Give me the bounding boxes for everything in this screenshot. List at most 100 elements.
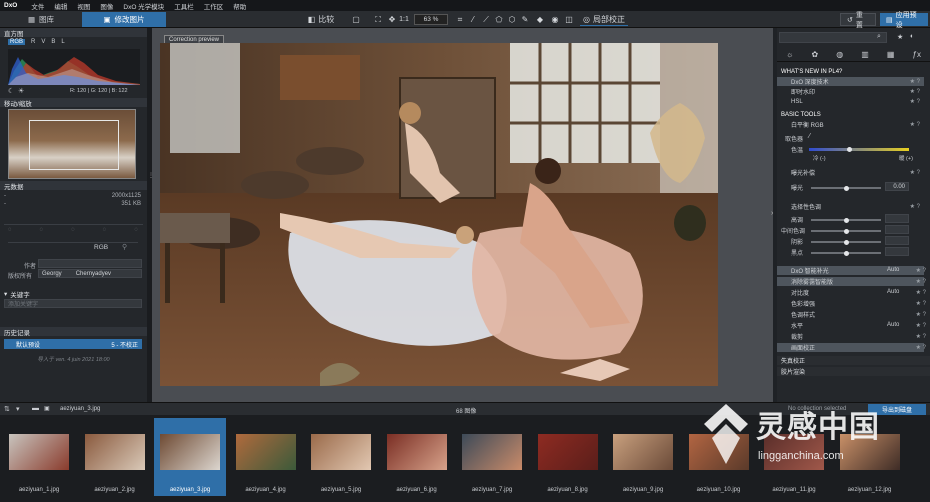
smart-lighting-item[interactable]: DxO 智能补光 [777,266,924,275]
midtones-slider[interactable] [811,228,881,234]
midtones-value[interactable] [885,225,909,234]
image-viewer[interactable]: Correction preview › [152,28,773,402]
horizon-icon[interactable]: ⟋ [480,13,492,26]
filmstrip-thumbnail[interactable]: aeziyuan_4.jpg [230,418,302,496]
crop-icon[interactable]: ⌗ [454,13,466,26]
contrast-item[interactable]: 对比度 [777,288,924,297]
tab-customize[interactable]: ▣ 修改图片 [82,12,166,27]
geometry-icon[interactable]: ▥ [861,50,869,59]
menu-image[interactable]: 图像 [100,1,113,11]
star-icon[interactable]: ★ ? [910,121,920,128]
blacks-slider[interactable] [811,250,881,256]
star-icon[interactable]: ★ ? [910,169,920,176]
lens-header[interactable]: 失真校正 [777,356,930,365]
whats-new-item-1[interactable]: DxO 深度技术 [777,77,924,86]
star-icon[interactable]: ★ ? [916,333,926,340]
moon-icon[interactable]: ☾ [8,87,14,95]
filmstrip-thumbnail[interactable]: aeziyuan_1.jpg [3,418,75,496]
whats-new-item-3[interactable]: HSL [777,97,924,106]
perspective-rect-icon[interactable]: ⬡ [506,13,518,26]
exposure-slider[interactable] [811,185,881,191]
star-icon[interactable]: ★ ? [916,311,926,318]
star-icon[interactable]: ★ ? [916,267,926,274]
eyedropper-icon[interactable]: ⁄ [467,13,479,26]
menu-help[interactable]: 帮助 [233,1,246,11]
haze-item[interactable]: 消除雾霭智能版 [777,277,924,286]
local-icon[interactable]: ▦ [887,50,895,59]
level-item[interactable]: 水平 [777,321,924,330]
light-icon[interactable]: ☼ [786,50,793,59]
star-icon[interactable]: ★ ? [910,203,920,210]
slider-knob[interactable] [844,217,849,223]
filmstrip-thumbnail[interactable]: aeziyuan_7.jpg [456,418,528,496]
star-icon[interactable]: ★ ? [916,300,926,307]
star-icon[interactable]: ★ ? [916,322,926,329]
keywords-input[interactable]: 添加关键字 [4,299,142,308]
zoom-1to1-button[interactable]: 1:1 [398,13,410,26]
slider-knob[interactable] [844,228,849,234]
color-icon[interactable]: ✿ [811,50,818,59]
tool-search-input[interactable] [779,32,887,43]
slider-knob[interactable] [847,147,852,152]
repair-icon[interactable]: ✎ [519,13,531,26]
basic-tools-header[interactable]: BASIC TOOLS [777,110,930,119]
shadows-slider[interactable] [811,239,881,245]
filmstrip-thumbnail[interactable]: aeziyuan_9.jpg [607,418,679,496]
perspective-icon[interactable]: ⬠ [493,13,505,26]
highlights-slider[interactable] [811,217,881,223]
filmstrip-thumbnail[interactable]: aeziyuan_8.jpg [532,418,604,496]
menu-toolbar[interactable]: 工具栏 [174,1,194,11]
channel-r[interactable]: R [31,39,35,45]
color-accent-item[interactable]: 色彩增强 [777,299,924,308]
slider-knob[interactable] [844,250,849,256]
film-render-header[interactable]: 胶片渲染 [777,367,930,376]
slider-knob[interactable] [844,239,849,245]
filmstrip-thumbnail[interactable]: aeziyuan_5.jpg [305,418,377,496]
exposure-value[interactable]: 0.00 [885,182,909,191]
shadows-value[interactable] [885,236,909,245]
fit-icon[interactable]: ⛶ [372,13,384,26]
channel-l[interactable]: L [61,39,64,45]
eye-icon[interactable]: ◉ [549,13,561,26]
star-icon[interactable]: ★ ? [910,98,920,105]
whats-new-item-2[interactable]: 即时水印 [777,87,924,96]
split-icon[interactable]: ◫ [563,13,575,26]
menu-optics[interactable]: DxO 光学模块 [123,1,164,11]
whats-new-header[interactable]: WHAT'S NEW IN PL4? [777,67,930,76]
compare-button[interactable]: ◧ 比较 [300,13,342,26]
tab-library[interactable]: ▦ 图库 [0,12,82,27]
slider-knob[interactable] [844,185,849,191]
filter-icon[interactable]: ▾ [16,405,20,413]
history-header[interactable]: 历史记录 [0,327,147,337]
filmstrip-thumbnail[interactable]: aeziyuan_2.jpg [79,418,151,496]
crop-item[interactable]: 裁剪 [777,332,924,341]
toggle-icon[interactable]: ◐ [910,33,914,40]
local-adjust-button[interactable]: ◎ 局部校正 [580,13,628,26]
menu-edit[interactable]: 编辑 [54,1,67,11]
star-icon[interactable]: ★ ? [916,278,926,285]
navigator-viewport[interactable] [29,120,119,170]
menu-file[interactable]: 文件 [31,1,44,11]
redeye-icon[interactable]: ◆ [534,13,546,26]
star-icon[interactable]: ★ [897,33,903,41]
sun-icon[interactable]: ☀ [18,87,24,95]
highlights-value[interactable] [885,214,909,223]
channel-rgb[interactable]: RGB [8,39,26,45]
square-icon[interactable]: ▢ [350,13,362,26]
reset-button[interactable]: ↺ 重置 [840,12,876,29]
temperature-slider[interactable] [809,147,909,152]
filmstrip-thumbnail[interactable]: aeziyuan_3.jpg [154,418,226,496]
geometry-item[interactable]: 画面校正 [777,343,924,352]
star-icon[interactable]: ★ ? [916,289,926,296]
white-balance-item[interactable]: 白平衡 RGB [777,120,924,129]
collapse-right-icon[interactable]: › [771,210,773,217]
star-icon[interactable]: ★ ? [910,78,920,85]
folder-icon[interactable]: ▬ [32,405,39,412]
color-mode-item[interactable]: 色调样式 [777,310,924,319]
zoom-select[interactable]: 63 % [414,14,448,25]
sort-icon[interactable]: ⇅ [4,405,10,413]
author-field[interactable] [38,259,142,268]
filmstrip-thumbnail[interactable]: aeziyuan_6.jpg [381,418,453,496]
navigator-thumbnail[interactable] [8,109,136,179]
fx-icon[interactable]: ƒx [913,50,921,59]
